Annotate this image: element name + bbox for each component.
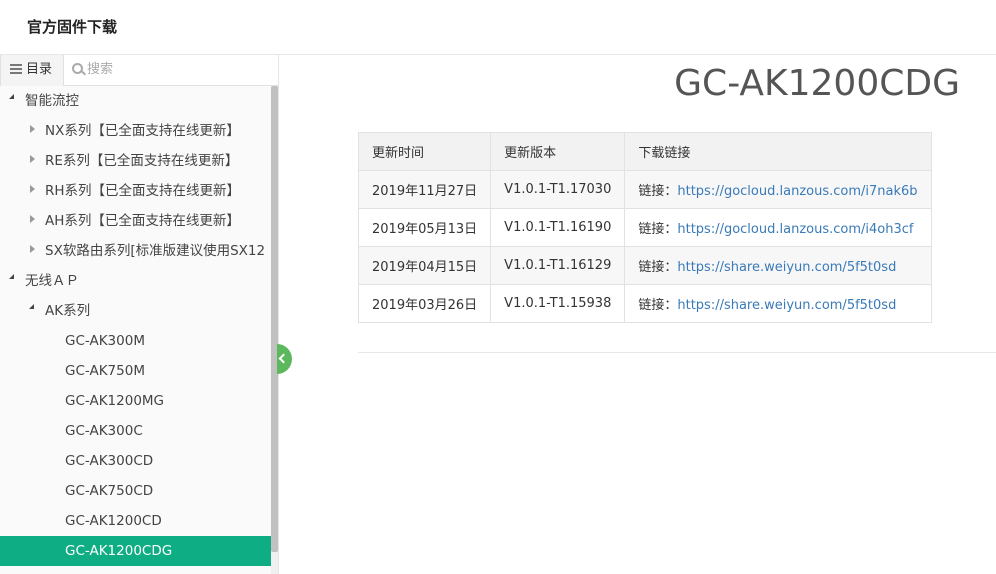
sidebar-item[interactable]: AH系列【已全面支持在线更新】 [0,206,271,236]
scrollbar-thumb[interactable] [271,86,278,552]
header: 官方固件下载 [0,0,996,55]
link-prefix: 链接： [638,298,678,313]
cell-version: V1.0.1-T1.16129 [490,246,626,285]
cell-version: V1.0.1-T1.16190 [490,208,626,247]
sidebar-item[interactable]: GC-AK1200MG [0,386,271,416]
link-prefix: 链接： [638,222,678,237]
cell-date: 2019年03月26日 [357,284,492,323]
sidebar-item-label: GC-AK1200CDG [65,543,173,559]
cell-date: 2019年05月13日 [357,208,492,247]
collapsed-arrow-icon[interactable] [30,155,35,163]
sidebar-item-label: GC-AK750M [65,363,145,379]
search-placeholder: 搜索 [87,62,114,77]
toc-tab-label: 目录 [26,62,53,77]
sidebar-item-label: 无线ＡＰ [25,273,79,289]
cell-link: 链接：https://share.weiyun.com/5f5t0sd [624,246,932,285]
table-row: 2019年11月27日 V1.0.1-T1.17030 链接：https://goc… [357,170,932,209]
sidebar-item-label: GC-AK750CD [65,483,154,499]
link-prefix: 链接： [638,260,678,275]
cell-link: 链接：https://gocloud.lanzous.com/i4oh3cf [624,208,932,247]
table-header-row: 更新时间 更新版本 下载链接 [357,132,932,171]
collapsed-arrow-icon[interactable] [30,185,35,193]
download-link[interactable]: https://share.weiyun.com/5f5t0sd [677,298,896,313]
menu-icon [10,64,22,74]
sidebar-item-label: RE系列【已全面支持在线更新】 [45,153,239,169]
collapsed-arrow-icon[interactable] [30,215,35,223]
expanded-arrow-icon[interactable] [9,274,14,279]
sidebar-item[interactable]: 智能流控 [0,86,271,116]
sidebar-item-label: AH系列【已全面支持在线更新】 [45,213,240,229]
site-title: 官方固件下载 [27,18,118,36]
sidebar-item-label: GC-AK1200CD [65,513,162,529]
sidebar-item-label: GC-AK1200MG [65,393,165,409]
sidebar-item-label: GC-AK300C [65,423,143,439]
link-prefix: 链接： [638,184,678,199]
collapsed-arrow-icon[interactable] [30,125,35,133]
sidebar-item[interactable]: GC-AK1200CDG [0,536,271,566]
sidebar-item[interactable]: GC-AK300M [0,326,271,356]
download-link[interactable]: https://gocloud.lanzous.com/i7nak6b [677,184,917,199]
sidebar-item-label: GC-AK300M [65,333,145,349]
main-content: GC-AK1200CDG 更新时间 更新版本 下载链接 2019年11月27日 V… [280,55,996,574]
table-row: 2019年03月26日 V1.0.1-T1.15938 链接：https://sha… [357,284,932,323]
sidebar-item[interactable]: GC-AK1200CD [0,506,271,536]
table-row: 2019年04月15日 V1.0.1-T1.16129 链接：https://sha… [357,246,932,285]
sidebar-item-label: 智能流控 [25,93,79,109]
sidebar-item[interactable]: GC-AK750CD [0,476,271,506]
sidebar-item[interactable]: GC-AK300CD [0,446,271,476]
divider [358,352,996,353]
sidebar-item[interactable]: 无线ＡＰ [0,266,271,296]
sidebar: 目录 搜索 智能流控 NX系列【已全面支持在线更新】 RE系列【已全面支持在线更新】… [0,55,279,574]
download-link[interactable]: https://share.weiyun.com/5f5t0sd [677,260,896,275]
sidebar-tabs: 目录 搜索 [0,55,278,86]
sidebar-item[interactable]: GC-AK750M [0,356,271,386]
expanded-arrow-icon[interactable] [9,94,14,99]
table-row: 2019年05月13日 V1.0.1-T1.16190 链接：https://goc… [357,208,932,247]
download-link[interactable]: https://gocloud.lanzous.com/i4oh3cf [677,222,913,237]
sidebar-item[interactable]: RH系列【已全面支持在线更新】 [0,176,271,206]
sidebar-scrollbar[interactable] [271,86,278,574]
sidebar-item[interactable]: RE系列【已全面支持在线更新】 [0,146,271,176]
page-title: GC-AK1200CDG [674,63,960,104]
column-header-link: 下载链接 [624,132,932,171]
firmware-table: 更新时间 更新版本 下载链接 2019年11月27日 V1.0.1-T1.1703… [357,132,932,323]
column-header-version: 更新版本 [490,132,626,171]
sidebar-item-label: SX软路由系列[标准版建议使用SX12 [45,243,266,259]
expanded-arrow-icon[interactable] [29,304,34,309]
cell-version: V1.0.1-T1.17030 [490,170,626,209]
sidebar-item-label: AK系列 [45,303,91,319]
search-icon [72,63,83,74]
cell-version: V1.0.1-T1.15938 [490,284,626,323]
toc-tab[interactable]: 目录 [0,55,64,86]
search-input[interactable]: 搜索 [72,55,272,86]
cell-date: 2019年11月27日 [357,170,492,209]
cell-date: 2019年04月15日 [357,246,492,285]
sidebar-item[interactable]: NX系列【已全面支持在线更新】 [0,116,271,146]
sidebar-item[interactable]: GC-AK300C [0,416,271,446]
collapsed-arrow-icon[interactable] [30,245,35,253]
column-header-date: 更新时间 [357,132,492,171]
sidebar-item-label: RH系列【已全面支持在线更新】 [45,183,241,199]
cell-link: 链接：https://share.weiyun.com/5f5t0sd [624,284,932,323]
sidebar-item-label: NX系列【已全面支持在线更新】 [45,123,240,139]
sidebar-item[interactable]: SX软路由系列[标准版建议使用SX12 [0,236,271,266]
sidebar-item[interactable]: AK系列 [0,296,271,326]
sidebar-item-label: GC-AK300CD [65,453,154,469]
cell-link: 链接：https://gocloud.lanzous.com/i7nak6b [624,170,932,209]
